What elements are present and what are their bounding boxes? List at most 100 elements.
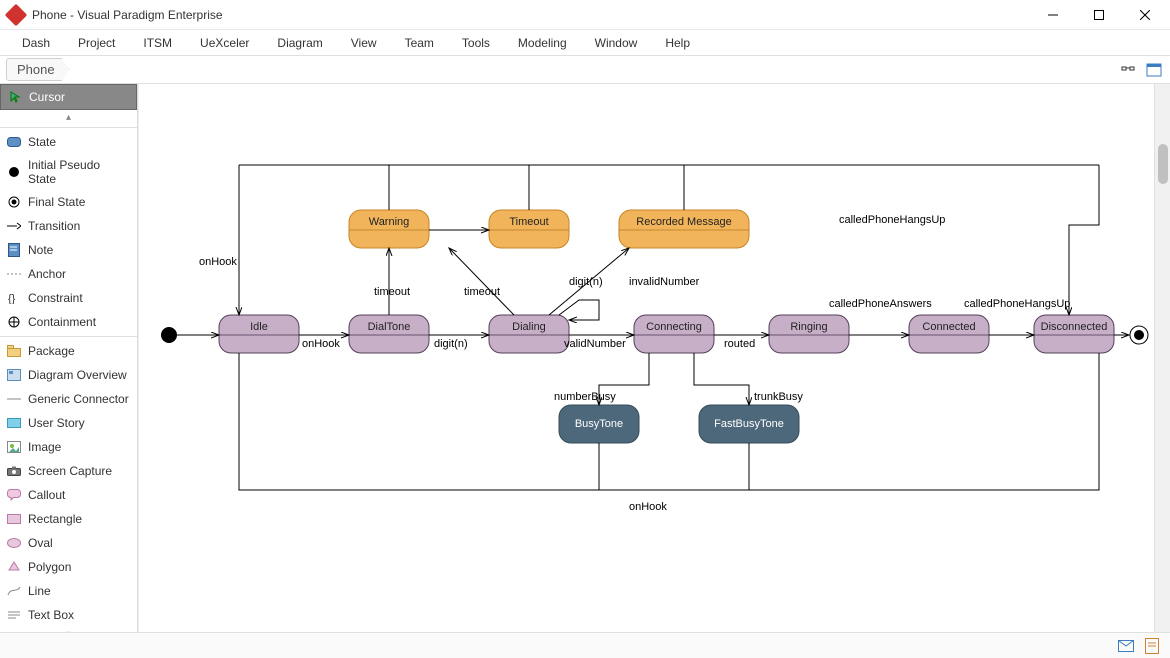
edge-label-digitn2: digit(n) — [569, 276, 603, 288]
note-icon[interactable] — [1142, 636, 1162, 656]
menu-diagram[interactable]: Diagram — [263, 32, 336, 54]
vertical-scrollbar[interactable] — [1154, 84, 1170, 632]
palette-item-capture[interactable]: Screen Capture — [0, 459, 137, 483]
edge-label-hangsup1: calledPhoneHangsUp — [964, 298, 1070, 310]
palette-item-line[interactable]: Line — [0, 579, 137, 603]
transition-icon — [6, 218, 22, 234]
menu-tools[interactable]: Tools — [448, 32, 504, 54]
menu-bar: Dash Project ITSM UeXceler Diagram View … — [0, 30, 1170, 56]
palette-item-final[interactable]: Final State — [0, 190, 137, 214]
state-dialtone[interactable] — [349, 315, 429, 353]
status-bar — [0, 632, 1170, 658]
palette-item-label: Note — [28, 243, 53, 257]
edge-label-invalid: invalidNumber — [629, 276, 700, 288]
final-icon — [6, 194, 22, 210]
state-idle[interactable] — [219, 315, 299, 353]
state-warning-label: Warning — [369, 216, 410, 228]
palette-item-transition[interactable]: Transition — [0, 214, 137, 238]
palette-item-label: Containment — [28, 315, 96, 329]
edge-label-trunkbusy: trunkBusy — [754, 391, 803, 403]
edge-label-numberbusy: numberBusy — [554, 391, 616, 403]
palette-item-generic[interactable]: Generic Connector — [0, 387, 137, 411]
palette-item-rect[interactable]: Rectangle — [0, 507, 137, 531]
package-icon — [6, 343, 22, 359]
palette-item-label: Package — [28, 344, 75, 358]
palette-item-label: Line — [28, 584, 51, 598]
palette-item-callout[interactable]: Callout — [0, 483, 137, 507]
edge-label-onhook-big: onHook — [199, 256, 237, 268]
breadcrumb[interactable]: Phone — [6, 58, 70, 81]
panel-toggle-icon[interactable] — [1144, 60, 1164, 80]
palette-item-polygon[interactable]: Polygon — [0, 555, 137, 579]
palette-item-label: Image — [28, 440, 61, 454]
state-timeout-label: Timeout — [509, 216, 548, 228]
maximize-button[interactable] — [1076, 0, 1122, 30]
image-icon — [6, 439, 22, 455]
line-top1 — [389, 165, 529, 210]
scrollbar-thumb[interactable] — [1158, 144, 1168, 184]
palette-item-containment[interactable]: Containment — [0, 310, 137, 334]
palette-item-label: Callout — [28, 488, 65, 502]
palette-item-oval[interactable]: Oval — [0, 531, 137, 555]
palette-item-label: Rectangle — [28, 512, 82, 526]
svg-text:{}: {} — [8, 293, 16, 304]
transition-hangsup-top[interactable] — [1069, 165, 1099, 315]
state-connecting[interactable] — [634, 315, 714, 353]
palette-scroll-up[interactable]: ▴ — [0, 110, 137, 125]
state-recorded-label: Recorded Message — [636, 216, 731, 228]
palette-item-image[interactable]: Image — [0, 435, 137, 459]
state-ringing[interactable] — [769, 315, 849, 353]
title-bar: Phone - Visual Paradigm Enterprise — [0, 0, 1170, 30]
palette-item-state[interactable]: State — [0, 130, 137, 154]
edge-label-routed: routed — [724, 338, 755, 350]
close-button[interactable] — [1122, 0, 1168, 30]
palette-item-initial[interactable]: Initial Pseudo State — [0, 154, 137, 190]
edge-label-hangsup2: calledPhoneHangsUp — [839, 214, 945, 226]
palette-item-label: User Story — [28, 416, 85, 430]
palette-item-anchor[interactable]: Anchor — [0, 262, 137, 286]
menu-dash[interactable]: Dash — [8, 32, 64, 54]
edge-label-timeout2: timeout — [464, 286, 500, 298]
edge-label-valid: validNumber — [564, 338, 626, 350]
palette-item-package[interactable]: Package — [0, 339, 137, 363]
transition[interactable] — [694, 353, 749, 405]
palette-item-label: Oval — [28, 536, 53, 550]
menu-itsm[interactable]: ITSM — [129, 32, 186, 54]
palette-item-userstory[interactable]: User Story — [0, 411, 137, 435]
palette-item-label: Transition — [28, 219, 80, 233]
state-disconnected[interactable] — [1034, 315, 1114, 353]
line-top2 — [529, 165, 684, 210]
edge-label-timeout1: timeout — [374, 286, 410, 298]
transition-self[interactable] — [559, 300, 599, 320]
initial-pseudo-state[interactable] — [161, 327, 177, 343]
state-connected[interactable] — [909, 315, 989, 353]
mail-icon[interactable] — [1116, 636, 1136, 656]
palette-item-textbox[interactable]: Text Box — [0, 603, 137, 627]
callout-icon — [6, 487, 22, 503]
menu-uexceler[interactable]: UeXceler — [186, 32, 263, 54]
palette-scroll-down[interactable]: ▾ — [0, 627, 137, 632]
state-dialing[interactable] — [489, 315, 569, 353]
menu-modeling[interactable]: Modeling — [504, 32, 581, 54]
palette-item-note[interactable]: Note — [0, 238, 137, 262]
palette-item-label: Anchor — [28, 267, 66, 281]
overview-icon — [6, 367, 22, 383]
canvas[interactable]: Idle DialTone Dialing Connecting Ringing… — [138, 84, 1154, 632]
menu-project[interactable]: Project — [64, 32, 129, 54]
palette-item-label: Cursor — [29, 90, 65, 104]
transition[interactable] — [549, 248, 629, 315]
minimize-button[interactable] — [1030, 0, 1076, 30]
menu-view[interactable]: View — [337, 32, 391, 54]
palette-item-overview[interactable]: Diagram Overview — [0, 363, 137, 387]
polygon-icon — [6, 559, 22, 575]
breadcrumb-bar: Phone — [0, 56, 1170, 84]
layout-icon[interactable] — [1118, 60, 1138, 80]
menu-help[interactable]: Help — [651, 32, 704, 54]
palette-item-cursor[interactable]: Cursor — [0, 84, 137, 110]
palette-item-constraint[interactable]: {}Constraint — [0, 286, 137, 310]
transition[interactable] — [449, 248, 514, 315]
containment-icon — [6, 314, 22, 330]
palette-item-label: Initial Pseudo State — [28, 158, 131, 186]
menu-team[interactable]: Team — [391, 32, 448, 54]
menu-window[interactable]: Window — [581, 32, 652, 54]
